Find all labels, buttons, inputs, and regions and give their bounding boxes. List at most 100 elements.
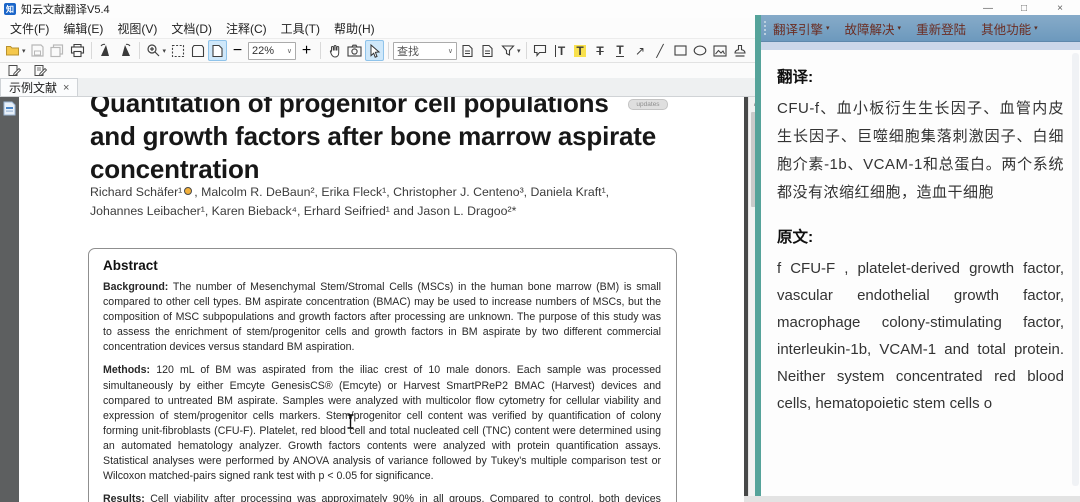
previous-view-button[interactable]	[458, 40, 477, 61]
open-file-caret-icon[interactable]: ▾	[22, 47, 26, 55]
navigation-strip[interactable]	[0, 97, 19, 502]
panel-content: 翻译: CFU-f、血小板衍生生长因子、血管内皮生长因子、巨噬细胞集落刺激因子、…	[761, 50, 1080, 417]
fit-page-button[interactable]	[208, 40, 227, 61]
menu-tools[interactable]: 工具(T)	[274, 19, 327, 38]
edit-annotation-button[interactable]	[31, 64, 50, 78]
more-caret-icon: ▾	[1034, 24, 1038, 32]
edit-content-button[interactable]	[5, 64, 24, 78]
menu-view[interactable]: 视图(V)	[110, 19, 164, 38]
tab-sample-document[interactable]: 示例文献 ×	[0, 78, 78, 96]
zoom-level-combobox[interactable]: 22% ∨	[248, 42, 296, 60]
fit-visible-button[interactable]	[188, 40, 207, 61]
maximize-button[interactable]: □	[1006, 0, 1042, 16]
abstract-results-text: Cell viability after processing was appr…	[103, 493, 661, 502]
zoom-tool-button[interactable]	[144, 40, 163, 61]
zoom-level-value: 22%	[252, 45, 274, 57]
engine-caret-icon: ▾	[826, 24, 830, 32]
zoom-combo-arrow-icon: ∨	[287, 47, 292, 55]
zoom-out-button[interactable]: −	[228, 40, 247, 61]
toolbar-separator	[320, 42, 321, 59]
minimize-button[interactable]: —	[970, 0, 1006, 16]
abstract-methods-text: 120 mL of BM was aspirated from the ilia…	[103, 364, 661, 482]
strikeout-text-button[interactable]: T	[591, 40, 610, 61]
toolbar-row2	[0, 63, 757, 78]
find-combo-arrow-icon: ∨	[448, 47, 453, 55]
find-input[interactable]: 查找 ∨	[393, 42, 457, 60]
translation-heading: 翻译:	[777, 65, 1064, 87]
authors-line2: Johannes Leibacher¹, Karen Bieback⁴, Erh…	[90, 202, 609, 221]
rotate-left-button[interactable]	[96, 40, 115, 61]
marquee-zoom-button[interactable]	[168, 40, 187, 61]
select-tool-button[interactable]	[365, 40, 384, 61]
ellipse-annotation-button[interactable]	[691, 40, 710, 61]
hand-tool-button[interactable]	[325, 40, 344, 61]
abstract-results-label: Results:	[103, 493, 145, 502]
paper-title-line2: and growth factors after bone marrow asp…	[90, 120, 656, 153]
typewriter-button[interactable]: T	[551, 40, 570, 61]
panel-divider-strip	[761, 42, 1080, 50]
ibeam-cursor	[346, 414, 355, 429]
panel-menu-bar: 翻译引擎▾ 故障解决▾ 重新登陆 其他功能▾	[761, 15, 1080, 42]
filter-caret-icon[interactable]: ▾	[517, 47, 521, 55]
zoom-in-button[interactable]: +	[297, 40, 316, 61]
comment-note-button[interactable]	[531, 40, 550, 61]
save-button[interactable]	[28, 40, 47, 61]
save-all-button[interactable]	[48, 40, 67, 61]
abstract-background: Background: The number of Mesenchymal St…	[103, 280, 661, 355]
updates-badge: updates	[628, 99, 668, 110]
image-annotation-button[interactable]	[711, 40, 730, 61]
bottom-edge	[744, 496, 1080, 502]
rotate-right-button[interactable]	[116, 40, 135, 61]
underline-text-button[interactable]: T	[611, 40, 630, 61]
menu-edit[interactable]: 编辑(E)	[56, 19, 110, 38]
pdf-page[interactable]: Quantitation of progenitor cell populati…	[19, 97, 744, 502]
toolbar: ▾ ▾ − 22% ∨ + 查找 ∨ ▾ T T	[0, 38, 757, 63]
source-text[interactable]: f CFU-F , platelet-derived growth factor…	[777, 255, 1064, 417]
source-heading: 原文:	[777, 225, 1064, 247]
document-viewer: Quantitation of progenitor cell populati…	[0, 97, 762, 502]
panel-menu-engine[interactable]: 翻译引擎▾	[773, 19, 830, 38]
toolbar-separator	[526, 42, 527, 59]
paper-authors: Richard Schäfer¹, Malcolm R. DeBaun², Er…	[90, 183, 609, 221]
rectangle-annotation-button[interactable]	[671, 40, 690, 61]
arrow-annotation-button[interactable]: ↗	[631, 40, 650, 61]
menu-help[interactable]: 帮助(H)	[327, 19, 382, 38]
app-window: 知 知云文献翻译V5.4 — □ × 文件(F) 编辑(E) 视图(V) 文档(…	[0, 0, 1080, 502]
close-button[interactable]: ×	[1042, 0, 1078, 16]
print-button[interactable]	[68, 40, 87, 61]
orcid-icon	[184, 187, 192, 195]
highlight-text-button[interactable]: T	[571, 40, 590, 61]
translation-text[interactable]: CFU-f、血小板衍生生长因子、血管内皮生长因子、巨噬细胞集落刺激因子、白细胞介…	[777, 95, 1064, 207]
menu-file[interactable]: 文件(F)	[3, 19, 56, 38]
abstract-background-label: Background:	[103, 281, 168, 293]
filter-button[interactable]	[498, 40, 517, 61]
tab-bar: 示例文献 ×	[0, 78, 757, 97]
panel-scrollbar[interactable]	[1072, 53, 1079, 486]
translation-panel: 翻译引擎▾ 故障解决▾ 重新登陆 其他功能▾ 翻译: CFU-f、血小板衍生生长…	[755, 15, 1080, 496]
paper-title-line1: Quantitation of progenitor cell populati…	[90, 97, 656, 120]
panel-menu-troubleshoot[interactable]: 故障解决▾	[845, 19, 902, 38]
panel-menu-more[interactable]: 其他功能▾	[981, 19, 1038, 38]
abstract-heading: Abstract	[103, 258, 661, 273]
open-file-button[interactable]	[3, 40, 22, 61]
authors-line1: Richard Schäfer¹, Malcolm R. DeBaun², Er…	[90, 183, 609, 202]
snapshot-button[interactable]	[345, 40, 364, 61]
zoom-tool-caret-icon[interactable]: ▾	[163, 47, 167, 55]
tab-close-icon[interactable]: ×	[63, 82, 69, 94]
stamp-button[interactable]	[731, 40, 750, 61]
line-annotation-button[interactable]: ╱	[651, 40, 670, 61]
page-thumbnails-icon[interactable]	[3, 101, 16, 116]
window-controls: — □ ×	[970, 0, 1078, 16]
toolbar-separator	[388, 42, 389, 59]
next-view-button[interactable]	[478, 40, 497, 61]
window-title: 知云文献翻译V5.4	[21, 1, 110, 17]
paper-title-line3: concentration	[90, 153, 656, 186]
menu-comment[interactable]: 注释(C)	[219, 19, 274, 38]
toolbar-separator	[91, 42, 92, 59]
abstract-methods: Methods: 120 mL of BM was aspirated from…	[103, 363, 661, 484]
panel-menu-relogin[interactable]: 重新登陆	[916, 19, 966, 38]
tab-label: 示例文献	[9, 79, 57, 96]
menu-document[interactable]: 文档(D)	[164, 19, 219, 38]
app-logo-icon: 知	[4, 3, 16, 15]
find-value: 查找	[397, 43, 419, 59]
